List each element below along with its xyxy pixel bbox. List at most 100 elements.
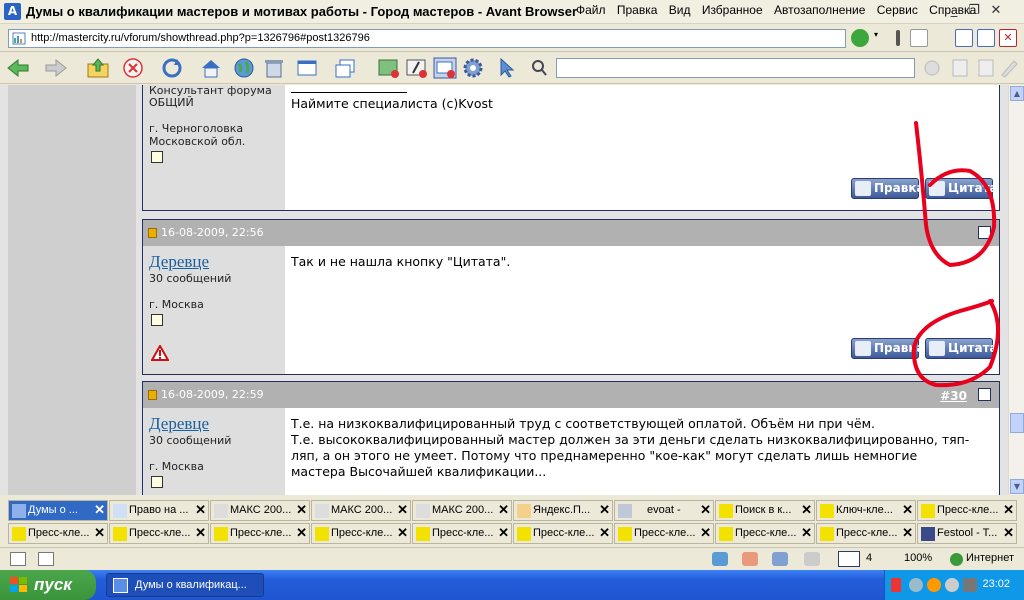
popup-block-icon[interactable] (433, 57, 457, 79)
tab-item[interactable]: Право на ... ✕ (109, 500, 209, 521)
menu-tools[interactable]: Сервис (877, 3, 918, 17)
pencil-icon[interactable] (998, 57, 1022, 79)
minimize-button[interactable]: _ (944, 2, 964, 20)
tab-close-icon[interactable]: ✕ (296, 525, 307, 541)
window-cascade-icon[interactable] (955, 29, 973, 47)
menu-edit[interactable]: Правка (617, 3, 658, 17)
popup-stats-icon[interactable] (742, 552, 758, 566)
flash-block-icon[interactable] (405, 57, 429, 79)
tab-item[interactable]: МАКС 200... ✕ (412, 500, 512, 521)
tab-close-icon[interactable]: ✕ (94, 525, 105, 541)
menu-view[interactable]: Вид (669, 3, 691, 17)
tray-arrow-icon[interactable] (891, 578, 901, 592)
tab-close-icon[interactable]: ✕ (1003, 502, 1014, 518)
tab-item[interactable]: evoat - ✕ (614, 500, 714, 521)
tab-close-icon[interactable]: ✕ (801, 525, 812, 541)
zoom-level[interactable]: 100% (904, 552, 932, 564)
tab-close-icon[interactable]: ✕ (902, 502, 913, 518)
tray-player-icon[interactable] (927, 578, 941, 592)
tab-close-icon[interactable]: ✕ (1003, 525, 1014, 541)
tab-item[interactable]: Пресс-кле... ✕ (715, 523, 815, 544)
tab-item[interactable]: Пресс-кле... ✕ (614, 523, 714, 544)
tab-close-icon[interactable]: ✕ (498, 502, 509, 518)
tab-item[interactable]: Пресс-кле... ✕ (210, 523, 310, 544)
start-button[interactable]: пуск (0, 570, 96, 600)
home-icon[interactable] (199, 57, 223, 79)
tab-item[interactable]: Пресс-кле... ✕ (311, 523, 411, 544)
search-go-icon[interactable] (920, 57, 944, 79)
up-folder-icon[interactable] (86, 57, 110, 79)
scroll-thumb[interactable] (1010, 413, 1024, 433)
tab-close-icon[interactable]: ✕ (700, 525, 711, 541)
tab-item[interactable]: Думы о ... ✕ (8, 500, 108, 521)
stop-icon[interactable] (121, 57, 145, 79)
tab-close-icon[interactable]: ✕ (700, 502, 711, 518)
globe-icon[interactable] (232, 57, 256, 79)
window-tile-icon[interactable] (977, 29, 995, 47)
menu-file[interactable]: Файл (576, 3, 606, 17)
tabs-counter-icon[interactable] (838, 551, 860, 567)
download-icon[interactable] (772, 552, 788, 566)
scroll-down-arrow-icon[interactable]: ▼ (1010, 479, 1024, 494)
restore-button[interactable]: ❐ (964, 2, 984, 20)
go-dropdown-icon[interactable]: ▾ (874, 30, 882, 48)
tab-item[interactable]: Пресс-кле... ✕ (816, 523, 916, 544)
private-message-icon[interactable] (151, 476, 163, 488)
menu-favorites[interactable]: Избранное (702, 3, 763, 17)
highlight-icon[interactable] (948, 57, 972, 79)
address-input[interactable]: http://mastercity.ru/vforum/showthread.p… (8, 29, 846, 48)
refresh-icon[interactable] (160, 57, 184, 79)
tray-app-icon[interactable] (909, 578, 923, 592)
tab-close-icon[interactable]: ✕ (801, 502, 812, 518)
image-block-icon[interactable] (377, 57, 401, 79)
close-window-button[interactable]: ✕ (986, 2, 1006, 20)
tray-network-icon[interactable] (963, 578, 977, 592)
menu-autofill[interactable]: Автозаполнение (774, 3, 865, 17)
forward-icon[interactable] (44, 57, 68, 79)
back-icon[interactable] (6, 57, 30, 79)
tab-close-icon[interactable]: ✕ (195, 525, 206, 541)
restore-window-icon[interactable] (334, 57, 358, 79)
tab-close-icon[interactable]: ✕ (498, 525, 509, 541)
tab-item[interactable]: Пресс-кле... ✕ (513, 523, 613, 544)
tab-close-icon[interactable]: ✕ (296, 502, 307, 518)
private-message-icon[interactable] (151, 314, 163, 326)
trash-icon[interactable] (262, 57, 286, 79)
tab-item[interactable]: МАКС 200... ✕ (210, 500, 310, 521)
tab-close-icon[interactable]: ✕ (599, 525, 610, 541)
tab-item[interactable]: МАКС 200... ✕ (311, 500, 411, 521)
private-message-icon[interactable] (151, 151, 163, 163)
sidebar-toggle-icon[interactable] (10, 552, 26, 566)
report-warning-icon[interactable] (151, 345, 169, 361)
new-page-icon[interactable] (910, 29, 928, 47)
network-icon[interactable] (712, 552, 728, 566)
scroll-up-arrow-icon[interactable]: ▲ (1010, 86, 1024, 101)
go-icon[interactable] (851, 29, 869, 47)
tab-close-icon[interactable]: ✕ (195, 502, 206, 518)
tray-volume-icon[interactable] (945, 578, 959, 592)
tab-close-icon[interactable]: ✕ (94, 502, 105, 518)
vertical-scrollbar[interactable]: ▲ ▼ (1008, 85, 1024, 495)
taskbar-window-button[interactable]: Думы о квалификац... (106, 573, 264, 597)
tab-item[interactable]: Пресс-кле... ✕ (109, 523, 209, 544)
tab-close-icon[interactable]: ✕ (902, 525, 913, 541)
search-input[interactable] (556, 58, 915, 78)
privacy-icon[interactable] (804, 552, 820, 566)
tab-item[interactable]: Festool - T... ✕ (917, 523, 1017, 544)
cursor-icon[interactable] (496, 57, 520, 79)
close-tab-icon[interactable]: ✕ (999, 29, 1017, 47)
search-icon[interactable] (530, 57, 548, 79)
settings-gear-icon[interactable] (461, 57, 485, 79)
tab-item[interactable]: Яндекс.П... ✕ (513, 500, 613, 521)
tab-item[interactable]: Пресс-кле... ✕ (8, 523, 108, 544)
tab-close-icon[interactable]: ✕ (599, 502, 610, 518)
find-next-icon[interactable] (974, 57, 998, 79)
username-link[interactable]: Деревце (149, 414, 209, 434)
tab-item[interactable]: Ключ-кле... ✕ (816, 500, 916, 521)
tab-close-icon[interactable]: ✕ (397, 502, 408, 518)
username-link[interactable]: Деревце (149, 252, 209, 272)
tab-close-icon[interactable]: ✕ (397, 525, 408, 541)
open-window-icon[interactable] (296, 57, 320, 79)
tab-item[interactable]: Пресс-кле... ✕ (917, 500, 1017, 521)
tab-item[interactable]: Поиск в к... ✕ (715, 500, 815, 521)
